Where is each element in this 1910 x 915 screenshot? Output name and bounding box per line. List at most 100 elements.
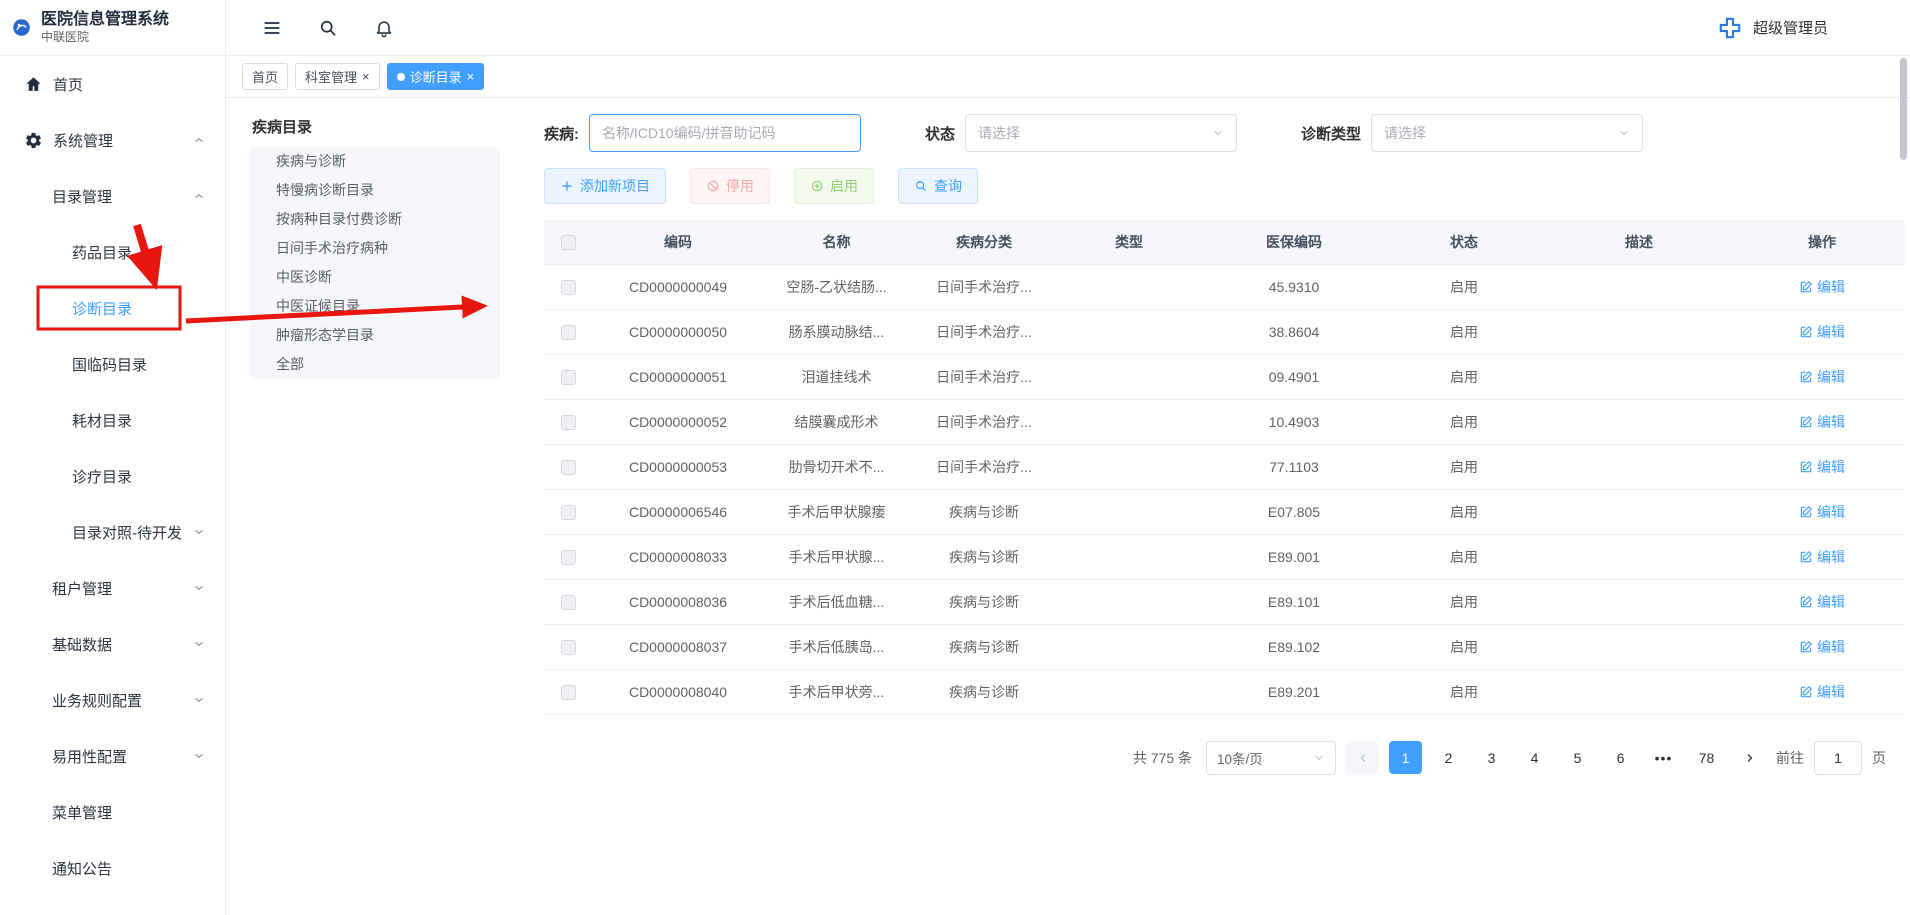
sidebar-item-treatment-catalog[interactable]: 诊疗目录 bbox=[0, 448, 225, 504]
edit-button[interactable]: 编辑 bbox=[1799, 367, 1845, 387]
search-icon[interactable] bbox=[318, 18, 338, 38]
page-button[interactable]: 6 bbox=[1604, 741, 1637, 774]
col-header-name: 名称 bbox=[764, 220, 909, 264]
sidebar-item-home[interactable]: 首页 bbox=[0, 56, 225, 112]
page-button[interactable]: 4 bbox=[1518, 741, 1551, 774]
sidebar-item-catalog-mapping[interactable]: 目录对照-待开发 bbox=[0, 504, 225, 560]
goto-page-input[interactable] bbox=[1814, 741, 1862, 775]
ban-icon bbox=[706, 179, 720, 193]
status-select[interactable]: 请选择 bbox=[965, 114, 1237, 152]
main-area: 超级管理员 首页 科室管理 × 诊断目录 × 疾病目录 疾病与诊断 bbox=[226, 0, 1910, 915]
cell-category: 日间手术治疗... bbox=[909, 399, 1059, 444]
disable-button[interactable]: 停用 bbox=[690, 168, 770, 204]
catalog-item[interactable]: 中医诊断 bbox=[250, 263, 500, 292]
sidebar-item-usability-config[interactable]: 易用性配置 bbox=[0, 728, 225, 784]
catalog-title: 疾病目录 bbox=[250, 112, 500, 147]
prev-page-button[interactable] bbox=[1346, 741, 1379, 774]
cell-category: 疾病与诊断 bbox=[909, 624, 1059, 669]
cell-description bbox=[1539, 264, 1739, 309]
edit-icon bbox=[1799, 325, 1813, 339]
catalog-item[interactable]: 日间手术治疗病种 bbox=[250, 234, 500, 263]
sidebar-item-label: 菜单管理 bbox=[52, 802, 112, 823]
close-icon[interactable]: × bbox=[467, 70, 475, 83]
close-icon[interactable]: × bbox=[362, 70, 370, 83]
cell-description bbox=[1539, 579, 1739, 624]
tab-department-management[interactable]: 科室管理 × bbox=[295, 63, 380, 90]
cell-status: 启用 bbox=[1389, 444, 1539, 489]
row-checkbox[interactable] bbox=[561, 685, 576, 700]
select-placeholder: 请选择 bbox=[1384, 123, 1426, 143]
row-checkbox[interactable] bbox=[561, 640, 576, 655]
catalog-item[interactable]: 按病种目录付费诊断 bbox=[250, 205, 500, 234]
next-page-button[interactable] bbox=[1733, 741, 1766, 774]
user-area[interactable]: 超级管理员 bbox=[1717, 15, 1828, 41]
row-checkbox[interactable] bbox=[561, 415, 576, 430]
edit-label: 编辑 bbox=[1817, 637, 1845, 657]
cell-status: 启用 bbox=[1389, 624, 1539, 669]
catalog-list: 疾病与诊断 特慢病诊断目录 按病种目录付费诊断 日间手术治疗病种 中医诊断 中医… bbox=[250, 147, 500, 379]
sidebar-item-drug-catalog[interactable]: 药品目录 bbox=[0, 224, 225, 280]
sidebar-item-notice[interactable]: 通知公告 bbox=[0, 840, 225, 896]
diagnosis-type-select[interactable]: 请选择 bbox=[1371, 114, 1643, 152]
sidebar-item-tenant-management[interactable]: 租户管理 bbox=[0, 560, 225, 616]
cell-description bbox=[1539, 489, 1739, 534]
row-checkbox[interactable] bbox=[561, 595, 576, 610]
page-button[interactable]: 1 bbox=[1389, 741, 1422, 774]
edit-button[interactable]: 编辑 bbox=[1799, 457, 1845, 477]
cell-description bbox=[1539, 624, 1739, 669]
query-button[interactable]: 查询 bbox=[898, 168, 978, 204]
button-label: 查询 bbox=[934, 176, 962, 196]
edit-button[interactable]: 编辑 bbox=[1799, 322, 1845, 342]
row-checkbox[interactable] bbox=[561, 550, 576, 565]
catalog-item[interactable]: 疾病与诊断 bbox=[250, 147, 500, 176]
sidebar-item-label: 药品目录 bbox=[72, 242, 132, 263]
edit-button[interactable]: 编辑 bbox=[1799, 277, 1845, 297]
sidebar-item-consumable-catalog[interactable]: 耗材目录 bbox=[0, 392, 225, 448]
page-button[interactable]: 78 bbox=[1690, 741, 1723, 774]
edit-button[interactable]: 编辑 bbox=[1799, 592, 1845, 612]
hospital-name: 中联医院 bbox=[41, 30, 169, 45]
menu-fold-icon[interactable] bbox=[262, 18, 282, 38]
edit-button[interactable]: 编辑 bbox=[1799, 682, 1845, 702]
more-pages-button[interactable]: ••• bbox=[1647, 741, 1680, 774]
button-label: 启用 bbox=[830, 176, 858, 196]
sidebar-item-catalog-management[interactable]: 目录管理 bbox=[0, 168, 225, 224]
edit-button[interactable]: 编辑 bbox=[1799, 547, 1845, 567]
tab-home[interactable]: 首页 bbox=[242, 63, 288, 90]
edit-button[interactable]: 编辑 bbox=[1799, 637, 1845, 657]
diagnosis-type-filter-label: 诊断类型 bbox=[1301, 123, 1361, 144]
page-button[interactable]: 2 bbox=[1432, 741, 1465, 774]
circle-plus-icon bbox=[810, 179, 824, 193]
catalog-item[interactable]: 中医证候目录 bbox=[250, 292, 500, 321]
sidebar-item-basic-data[interactable]: 基础数据 bbox=[0, 616, 225, 672]
cell-type bbox=[1059, 579, 1199, 624]
page-button[interactable]: 5 bbox=[1561, 741, 1594, 774]
add-item-button[interactable]: 添加新项目 bbox=[544, 168, 666, 204]
row-checkbox[interactable] bbox=[561, 370, 576, 385]
catalog-item[interactable]: 肿瘤形态学目录 bbox=[250, 321, 500, 350]
sidebar-item-menu-management[interactable]: 菜单管理 bbox=[0, 784, 225, 840]
disease-search-input[interactable] bbox=[589, 114, 861, 152]
row-checkbox[interactable] bbox=[561, 280, 576, 295]
bell-icon[interactable] bbox=[374, 18, 394, 38]
sidebar-item-diagnosis-catalog[interactable]: 诊断目录 bbox=[0, 280, 225, 336]
sidebar-item-system-management[interactable]: 系统管理 bbox=[0, 112, 225, 168]
row-checkbox[interactable] bbox=[561, 325, 576, 340]
row-checkbox[interactable] bbox=[561, 505, 576, 520]
catalog-item[interactable]: 全部 bbox=[250, 350, 500, 379]
page-size-select[interactable]: 10条/页 bbox=[1206, 741, 1336, 775]
vertical-scrollbar[interactable] bbox=[1900, 58, 1907, 160]
edit-button[interactable]: 编辑 bbox=[1799, 412, 1845, 432]
cell-status: 启用 bbox=[1389, 579, 1539, 624]
catalog-item[interactable]: 特慢病诊断目录 bbox=[250, 176, 500, 205]
pagination: 共 775 条 10条/页 1 2 3 4 5 6 ••• 78 bbox=[544, 741, 1886, 793]
tab-label: 诊断目录 bbox=[410, 67, 462, 86]
edit-button[interactable]: 编辑 bbox=[1799, 502, 1845, 522]
sidebar-item-business-rules[interactable]: 业务规则配置 bbox=[0, 672, 225, 728]
page-button[interactable]: 3 bbox=[1475, 741, 1508, 774]
row-checkbox[interactable] bbox=[561, 460, 576, 475]
tab-diagnosis-catalog[interactable]: 诊断目录 × bbox=[387, 63, 485, 90]
enable-button[interactable]: 启用 bbox=[794, 168, 874, 204]
sidebar-item-national-code-catalog[interactable]: 国临码目录 bbox=[0, 336, 225, 392]
select-all-checkbox[interactable] bbox=[561, 235, 576, 250]
